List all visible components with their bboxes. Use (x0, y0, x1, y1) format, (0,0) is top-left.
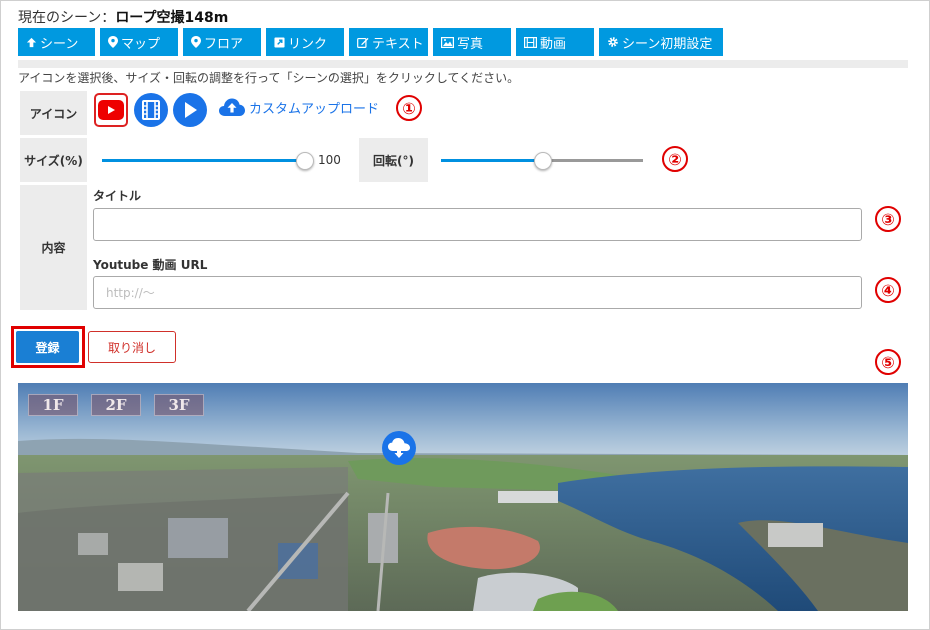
annotation-marker-4: ④ (875, 277, 901, 303)
download-hotspot[interactable] (382, 431, 416, 465)
tab-video[interactable]: 動画 (516, 28, 594, 56)
tab-scene-settings[interactable]: シーン初期設定 (599, 28, 723, 56)
tab-label: マップ (121, 36, 161, 52)
size-slider[interactable] (102, 150, 314, 170)
edit-icon (357, 37, 369, 48)
map-pin-icon (191, 36, 201, 48)
rotation-slider[interactable] (441, 150, 643, 170)
icon-label: アイコン (20, 91, 87, 135)
size-value: 100 (318, 153, 341, 167)
youtube-url-label: Youtube 動画 URL (93, 258, 208, 272)
register-button[interactable]: 登録 (16, 331, 79, 363)
play-icon-option[interactable] (173, 93, 207, 127)
floor-button-1f[interactable]: 1F (28, 394, 78, 416)
tab-link[interactable]: リンク (266, 28, 344, 56)
content-label: 内容 (20, 185, 87, 310)
map-pin-icon (108, 36, 118, 48)
tab-label: フロア (204, 36, 244, 52)
current-scene-title: 現在のシーン：ロープ空撮148m (18, 7, 228, 27)
tab-map[interactable]: マップ (100, 28, 178, 56)
tab-label: 動画 (540, 36, 567, 52)
play-icon (185, 102, 197, 118)
divider-bar (18, 60, 908, 68)
annotation-marker-2: ② (662, 146, 688, 172)
arrow-up-icon (26, 37, 37, 48)
scene-prefix: 現在のシーン： (18, 10, 116, 26)
rotation-label: 回転(°) (359, 138, 428, 182)
annotation-marker-3: ③ (875, 206, 901, 232)
film-icon-option[interactable] (134, 93, 168, 127)
tab-floor[interactable]: フロア (183, 28, 261, 56)
tab-label: テキスト (372, 36, 424, 52)
cloud-upload-icon (219, 98, 245, 116)
external-link-icon (274, 36, 285, 48)
size-label: サイズ(%) (20, 138, 87, 182)
size-slider-thumb[interactable] (296, 152, 314, 170)
annotation-marker-5: ⑤ (875, 349, 901, 375)
youtube-icon-option[interactable] (94, 93, 128, 127)
scene-name: ロープ空撮148m (115, 10, 229, 26)
cancel-button[interactable]: 取り消し (88, 331, 176, 363)
youtube-icon (98, 100, 124, 120)
film-icon (524, 36, 537, 48)
custom-upload-label: カスタムアップロード (249, 101, 380, 117)
youtube-url-input[interactable] (93, 276, 862, 309)
title-input[interactable] (93, 208, 862, 241)
size-slider-fill (102, 159, 304, 162)
floor-button-2f[interactable]: 2F (91, 394, 141, 416)
gear-icon (607, 36, 619, 48)
tab-label: リンク (288, 36, 328, 52)
panorama-viewer[interactable]: 1F 2F 3F (18, 383, 908, 611)
tab-scene[interactable]: シーン (18, 28, 95, 56)
tab-label: 写真 (457, 36, 484, 52)
rotation-slider-thumb[interactable] (534, 152, 552, 170)
instruction-text: アイコンを選択後、サイズ・回転の調整を行って「シーンの選択」をクリックしてくださ… (18, 71, 520, 85)
aerial-panorama-image (18, 383, 908, 611)
rotation-slider-fill (441, 159, 542, 162)
tab-label: シーン (40, 36, 79, 52)
tab-text[interactable]: テキスト (349, 28, 428, 56)
floor-button-3f[interactable]: 3F (154, 394, 204, 416)
tab-photo[interactable]: 写真 (433, 28, 511, 56)
cloud-download-icon (388, 438, 410, 458)
image-icon (441, 36, 454, 48)
film-icon (142, 100, 160, 120)
tab-label: シーン初期設定 (622, 36, 713, 52)
custom-upload-link[interactable]: カスタムアップロード (218, 97, 379, 117)
annotation-marker-1: ① (396, 95, 422, 121)
tab-bar: シーン マップ フロア リンク テキスト 写真 動画 シーン初期設定 (18, 28, 728, 56)
title-label: タイトル (93, 189, 142, 203)
